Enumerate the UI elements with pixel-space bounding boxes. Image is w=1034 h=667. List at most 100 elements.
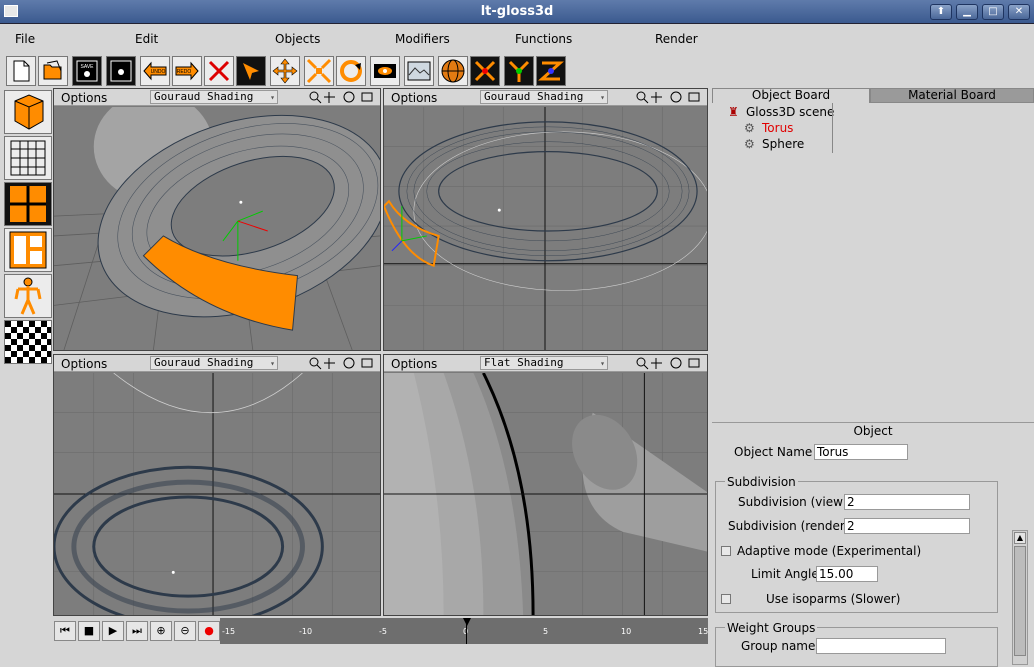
x-axis-icon[interactable] bbox=[470, 56, 500, 86]
viewport-front[interactable]: Options Gouraud Shading ▾ bbox=[53, 354, 381, 616]
undo-text: UNDO bbox=[151, 69, 166, 75]
shading-select[interactable]: Gouraud Shading ▾ bbox=[150, 356, 278, 370]
first-frame-button[interactable]: ⏮ bbox=[54, 621, 76, 641]
adaptive-mode-checkbox[interactable] bbox=[721, 546, 731, 556]
scroll-thumb[interactable] bbox=[1014, 546, 1026, 656]
tree-item-scene[interactable]: Gloss3D scene bbox=[746, 105, 834, 119]
tab-object-board[interactable]: Object Board bbox=[712, 88, 870, 103]
window-title: lt-gloss3d bbox=[480, 4, 554, 19]
tree-item-torus[interactable]: Torus bbox=[762, 121, 793, 135]
menu-objects[interactable]: Objects bbox=[275, 32, 320, 46]
object-panel-header: Object bbox=[712, 422, 1034, 439]
object-name-label: Object Name bbox=[734, 445, 813, 459]
limit-angle-label: Limit Angle bbox=[751, 567, 819, 581]
shading-select[interactable]: Gouraud Shading ▾ bbox=[480, 90, 608, 104]
maximize-button[interactable]: □ bbox=[982, 4, 1004, 20]
mesh-icon: ⚙ bbox=[744, 121, 755, 135]
y-axis-icon[interactable] bbox=[504, 56, 534, 86]
z-axis-icon[interactable] bbox=[536, 56, 566, 86]
viewport-side[interactable]: Options Flat Shading ▾ bbox=[383, 354, 708, 616]
menu-render[interactable]: Render bbox=[655, 32, 698, 46]
adaptive-mode-label: Adaptive mode (Experimental) bbox=[737, 544, 922, 558]
right-panel: Object Board Material Board ♜ Gloss3D sc… bbox=[712, 88, 1034, 667]
shading-value: Gouraud Shading bbox=[154, 356, 254, 369]
viewport-options-menu[interactable]: Options bbox=[61, 357, 107, 371]
timeline-ruler[interactable]: -15 -10 -5 0 5 10 15 bbox=[220, 618, 708, 644]
object-tree: ♜ Gloss3D scene ⚙ Torus ⚙ Sphere bbox=[712, 103, 1034, 423]
viewport-nav-icons[interactable] bbox=[634, 356, 704, 371]
shading-value: Gouraud Shading bbox=[154, 90, 254, 103]
object-name-field[interactable]: Torus bbox=[814, 444, 908, 460]
last-frame-button[interactable]: ⏭ bbox=[126, 621, 148, 641]
shade-window-button[interactable]: ⬆ bbox=[930, 4, 952, 20]
tree-item-sphere[interactable]: Sphere bbox=[762, 137, 804, 151]
redo-text: REDO bbox=[177, 69, 192, 75]
viewport-nav-icons[interactable] bbox=[307, 356, 377, 371]
box-primitive-icon[interactable] bbox=[4, 90, 52, 134]
tick-label: -5 bbox=[379, 627, 387, 636]
record-button[interactable]: ● bbox=[198, 621, 220, 641]
viewport-top[interactable]: Options Gouraud Shading ▾ bbox=[383, 88, 708, 351]
redo-icon[interactable]: REDO bbox=[172, 56, 202, 86]
play-button[interactable]: ▶ bbox=[102, 621, 124, 641]
viewport-nav-icons[interactable] bbox=[307, 90, 377, 105]
object-panel-scrollbar[interactable]: ▲ bbox=[1012, 530, 1028, 665]
layout-views-icon[interactable] bbox=[4, 228, 52, 272]
isoparms-checkbox[interactable] bbox=[721, 594, 731, 604]
open-file-icon[interactable] bbox=[38, 56, 68, 86]
app-window: lt-gloss3d ⬆ ▁ □ ✕ File Edit Objects Mod… bbox=[0, 0, 1034, 667]
render-final-icon[interactable] bbox=[404, 56, 434, 86]
subdiv-render-label: Subdivision (render) bbox=[728, 519, 850, 533]
move-icon[interactable] bbox=[270, 56, 300, 86]
save-file-icon[interactable]: SAVE bbox=[72, 56, 102, 86]
mesh-icon: ⚙ bbox=[744, 137, 755, 151]
pick-icon[interactable] bbox=[236, 56, 266, 86]
viewport-perspective[interactable]: Options Gouraud Shading ▾ bbox=[53, 88, 381, 351]
menu-edit[interactable]: Edit bbox=[135, 32, 158, 46]
shading-select[interactable]: Gouraud Shading ▾ bbox=[150, 90, 278, 104]
menu-file[interactable]: File bbox=[15, 32, 35, 46]
tree-divider bbox=[832, 103, 833, 153]
viewport-nav-icons[interactable] bbox=[634, 90, 704, 105]
viewport-options-menu[interactable]: Options bbox=[391, 91, 437, 105]
tick-label: 15 bbox=[698, 627, 709, 636]
menu-functions[interactable]: Functions bbox=[515, 32, 572, 46]
delete-icon[interactable] bbox=[204, 56, 234, 86]
undo-icon[interactable]: UNDO bbox=[140, 56, 170, 86]
tab-material-board[interactable]: Material Board bbox=[870, 88, 1034, 103]
frame-cursor[interactable] bbox=[463, 618, 471, 626]
scene-icon: ♜ bbox=[728, 105, 739, 119]
skeleton-icon[interactable] bbox=[4, 274, 52, 318]
minimize-button[interactable]: ▁ bbox=[956, 4, 978, 20]
checker-material-icon[interactable] bbox=[4, 320, 52, 364]
scale-icon[interactable] bbox=[304, 56, 334, 86]
stop-button[interactable]: ■ bbox=[78, 621, 100, 641]
title-bar: lt-gloss3d ⬆ ▁ □ ✕ bbox=[0, 0, 1034, 24]
viewport-options-menu[interactable]: Options bbox=[61, 91, 107, 105]
shading-value: Flat Shading bbox=[484, 356, 564, 369]
four-views-icon[interactable] bbox=[4, 182, 52, 226]
viewport-header: Options Gouraud Shading ▾ bbox=[384, 89, 707, 106]
close-button[interactable]: ✕ bbox=[1008, 4, 1030, 20]
group-name-field[interactable] bbox=[816, 638, 946, 654]
limit-angle-field[interactable]: 15.00 bbox=[816, 566, 878, 582]
menu-bar: File Edit Objects Modifiers Functions Re… bbox=[0, 26, 1034, 52]
tick-label: -15 bbox=[222, 627, 236, 636]
menu-modifiers[interactable]: Modifiers bbox=[395, 32, 450, 46]
subdiv-view-field[interactable]: 2 bbox=[844, 494, 970, 510]
render-view-icon[interactable] bbox=[370, 56, 400, 86]
subdiv-render-field[interactable]: 2 bbox=[844, 518, 970, 534]
viewport-options-menu[interactable]: Options bbox=[391, 357, 437, 371]
zoom-out-icon[interactable]: ⊖ bbox=[174, 621, 196, 641]
zoom-in-icon[interactable]: ⊕ bbox=[150, 621, 172, 641]
scroll-up-icon[interactable]: ▲ bbox=[1014, 532, 1026, 544]
subdivision-title: Subdivision bbox=[725, 475, 798, 489]
grid-view-icon[interactable] bbox=[4, 136, 52, 180]
sphere-render-icon[interactable] bbox=[438, 56, 468, 86]
rotate-icon[interactable] bbox=[336, 56, 366, 86]
frame-line bbox=[466, 618, 467, 644]
shading-select[interactable]: Flat Shading ▾ bbox=[480, 356, 608, 370]
new-file-icon[interactable] bbox=[6, 56, 36, 86]
save-as-icon[interactable] bbox=[106, 56, 136, 86]
viewport-header: Options Gouraud Shading ▾ bbox=[54, 89, 380, 106]
